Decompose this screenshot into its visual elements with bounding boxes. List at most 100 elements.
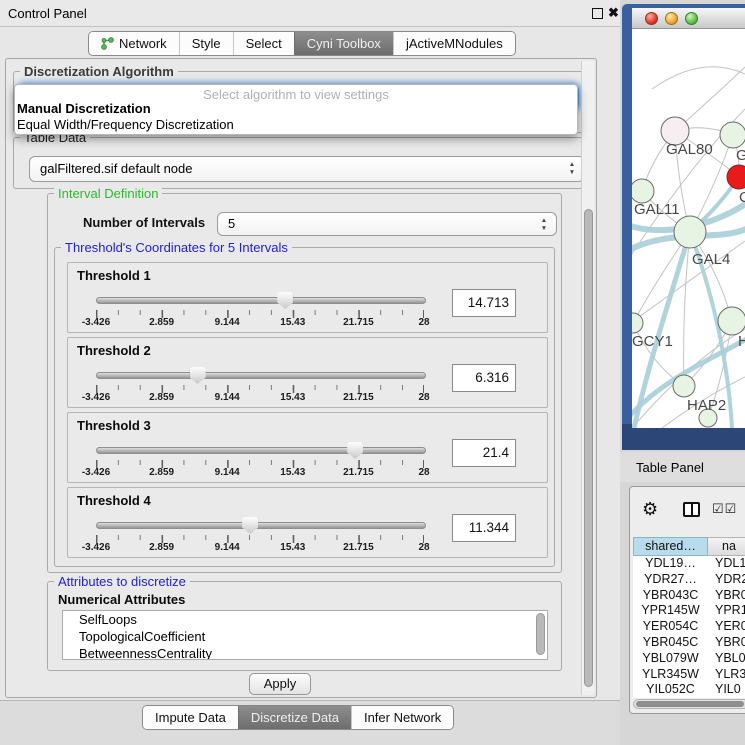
slider-thumb[interactable]: [277, 292, 293, 309]
tab-select[interactable]: Select: [233, 32, 294, 55]
attributes-group-label: Attributes to discretize: [54, 574, 190, 589]
number-of-intervals-combobox[interactable]: 5 ▲▼: [217, 212, 557, 236]
close-icon[interactable]: ✖: [608, 5, 619, 21]
threshold-2-value-field[interactable]: 6.316: [452, 364, 516, 392]
threshold-1-slider[interactable]: [96, 290, 424, 310]
column-header-shared-name[interactable]: shared…: [633, 537, 708, 556]
node-label-gcy1: GCY1: [632, 333, 673, 350]
table-data-selected-value: galFiltered.sif default node: [40, 161, 192, 176]
network-node-gal4[interactable]: [674, 216, 706, 248]
tab-jactivemnodules[interactable]: jActiveMNodules: [393, 32, 515, 55]
network-node-h[interactable]: [718, 307, 745, 335]
threshold-4-slider[interactable]: [96, 515, 424, 535]
threshold-4-panel: Threshold 4 -3.426 2.859 9.144 15.43 21.…: [67, 487, 548, 558]
columns-icon[interactable]: [683, 502, 700, 517]
node-label-gal4: GAL4: [692, 251, 730, 268]
network-node-hap2[interactable]: [673, 375, 695, 397]
slider-thumb[interactable]: [242, 517, 258, 534]
list-item[interactable]: SelfLoops: [63, 611, 547, 628]
slider-track[interactable]: [96, 372, 426, 379]
node-label-gal11: GAL11: [634, 201, 680, 218]
table-row[interactable]: YBL079WYBL0: [633, 651, 745, 667]
slider-track[interactable]: [96, 297, 426, 304]
node-label-g: G: [736, 147, 745, 164]
node-table: shared… na YDL19…YDL1 YDR27…YDR2 YBR043C…: [633, 537, 745, 707]
scrollbar-thumb[interactable]: [636, 701, 744, 707]
combo-stepper-icon: ▲▼: [567, 161, 577, 177]
node-label-h: H: [738, 333, 745, 350]
control-panel: Control Panel ✖ Network Style Select Cyn…: [0, 0, 620, 745]
tab-discretize-data[interactable]: Discretize Data: [238, 706, 351, 729]
table-row[interactable]: YBR045CYBR0: [633, 635, 745, 651]
network-icon: [101, 37, 114, 50]
network-node-g[interactable]: [720, 122, 745, 148]
gear-icon[interactable]: ⚙: [642, 499, 658, 520]
close-traffic-light-icon[interactable]: [645, 12, 658, 25]
slider-tick-labels: -3.426 2.859 9.144 15.43 21.715 28: [96, 467, 424, 479]
numerical-attributes-list[interactable]: SelfLoops TopologicalCoefficient Between…: [62, 610, 548, 660]
scrollbar-thumb[interactable]: [584, 209, 593, 687]
interval-definition-label: Interval Definition: [54, 186, 162, 201]
network-canvas[interactable]: GAL80 G C GAL11 GAL4 GCY1 H HAP2: [632, 29, 745, 428]
tab-style[interactable]: Style: [179, 32, 233, 55]
table-row[interactable]: YPR145WYPR1: [633, 603, 745, 619]
dropdown-item-equal-width[interactable]: Equal Width/Frequency Discretization: [15, 117, 577, 133]
threshold-3-panel: Threshold 3 -3.426 2.859 9.144 15.43 21.…: [67, 412, 548, 483]
tab-cyni-toolbox[interactable]: Cyni Toolbox: [294, 32, 393, 55]
network-node-gal11[interactable]: [632, 179, 654, 203]
threshold-2-slider[interactable]: [96, 365, 424, 385]
list-item[interactable]: TopologicalCoefficient: [63, 628, 547, 645]
threshold-1-value-field[interactable]: 14.713: [452, 289, 516, 317]
network-window-titlebar[interactable]: [632, 8, 745, 29]
node-label-gal80: GAL80: [666, 141, 713, 158]
network-graph: [632, 29, 745, 428]
threshold-1-label: Threshold 1: [77, 268, 151, 283]
tab-impute-data[interactable]: Impute Data: [143, 706, 238, 729]
tab-infer-network[interactable]: Infer Network: [351, 706, 453, 729]
slider-thumb[interactable]: [347, 442, 363, 459]
float-window-icon[interactable]: [592, 8, 603, 19]
tab-network[interactable]: Network: [89, 32, 179, 55]
slider-track[interactable]: [96, 522, 426, 529]
table-row[interactable]: YLR345WYLR3: [633, 667, 745, 683]
slider-track[interactable]: [96, 447, 426, 454]
numerical-attributes-label: Numerical Attributes: [58, 592, 185, 607]
dropdown-item-manual-discretization[interactable]: Manual Discretization: [15, 101, 577, 117]
slider-tick-labels: -3.426 2.859 9.144 15.43 21.715 28: [96, 392, 424, 404]
cyni-toolbox-panel: Discretization Algorithm ▲▼ Select algor…: [5, 58, 597, 698]
threshold-3-slider[interactable]: [96, 440, 424, 460]
list-item[interactable]: BetweennessCentrality: [63, 645, 547, 660]
table-data-combobox[interactable]: galFiltered.sif default node ▲▼: [29, 156, 585, 182]
zoom-traffic-light-icon[interactable]: [685, 12, 698, 25]
right-panel: GAL80 G C GAL11 GAL4 GCY1 H HAP2 Table P…: [620, 0, 745, 745]
network-node-red[interactable]: [727, 165, 745, 189]
table-row[interactable]: YDL19…YDL1: [633, 556, 745, 572]
table-row[interactable]: YBR043CYBR0: [633, 588, 745, 604]
apply-button[interactable]: Apply: [249, 673, 311, 695]
table-row[interactable]: YDR27…YDR2: [633, 572, 745, 588]
threshold-4-label: Threshold 4: [77, 493, 151, 508]
select-checkboxes-icon[interactable]: ☑☑: [712, 501, 737, 517]
threshold-3-label: Threshold 3: [77, 418, 151, 433]
threshold-4-value-field[interactable]: 11.344: [452, 514, 516, 542]
list-scrollbar[interactable]: [536, 613, 545, 655]
table-row[interactable]: YIL052CYIL0: [633, 682, 745, 698]
table-panel-titlebar: Table Panel: [620, 452, 745, 482]
table-horizontal-scrollbar[interactable]: [633, 699, 745, 709]
minimize-traffic-light-icon[interactable]: [665, 12, 678, 25]
bottom-tab-strip: Impute Data Discretize Data Infer Networ…: [0, 700, 620, 745]
discretization-algorithm-label: Discretization Algorithm: [20, 64, 178, 79]
panel-title: Control Panel: [8, 6, 87, 21]
table-toolbar: ⚙ ☑☑: [630, 495, 745, 527]
tab-network-label: Network: [119, 32, 167, 55]
panel-vertical-scrollbar[interactable]: [581, 61, 594, 695]
table-row[interactable]: YER054CYER0: [633, 619, 745, 635]
number-of-intervals-label: Number of Intervals: [83, 215, 205, 230]
number-of-intervals-value: 5: [228, 216, 235, 231]
threshold-3-value-field[interactable]: 21.4: [452, 439, 516, 467]
slider-thumb[interactable]: [190, 367, 206, 384]
column-header-name[interactable]: na: [708, 537, 745, 556]
network-node-gcy1[interactable]: [632, 313, 643, 333]
threshold-2-panel: Threshold 2 -3.426 2.859 9.144 15.43 21.…: [67, 337, 548, 408]
table-data-group: Table Data galFiltered.sif default node …: [13, 137, 591, 189]
